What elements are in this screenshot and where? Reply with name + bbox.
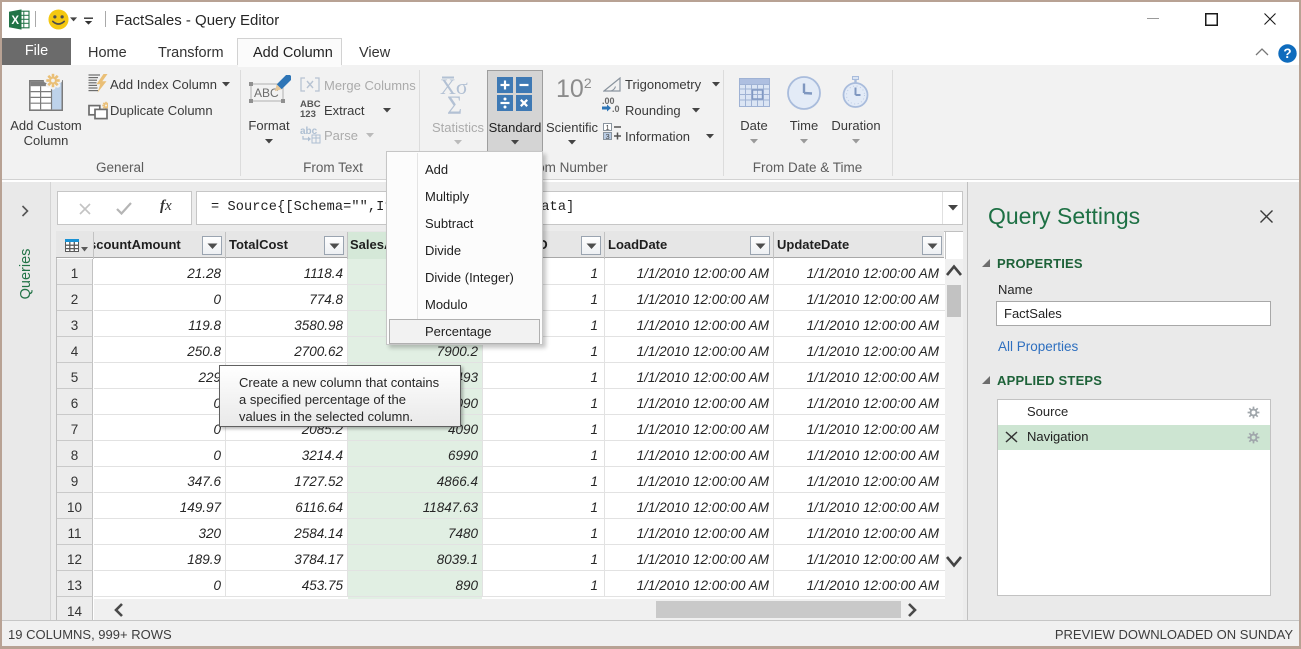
- svg-text:ABC: ABC: [254, 86, 279, 100]
- svg-text:Σ: Σ: [447, 91, 462, 114]
- svg-text:?: ?: [1283, 46, 1291, 61]
- svg-text:1: 1: [606, 123, 610, 132]
- svg-text:X: X: [11, 15, 19, 27]
- svg-text:123: 123: [300, 109, 316, 119]
- svg-text:.0: .0: [612, 104, 620, 113]
- svg-text:3: 3: [606, 132, 610, 140]
